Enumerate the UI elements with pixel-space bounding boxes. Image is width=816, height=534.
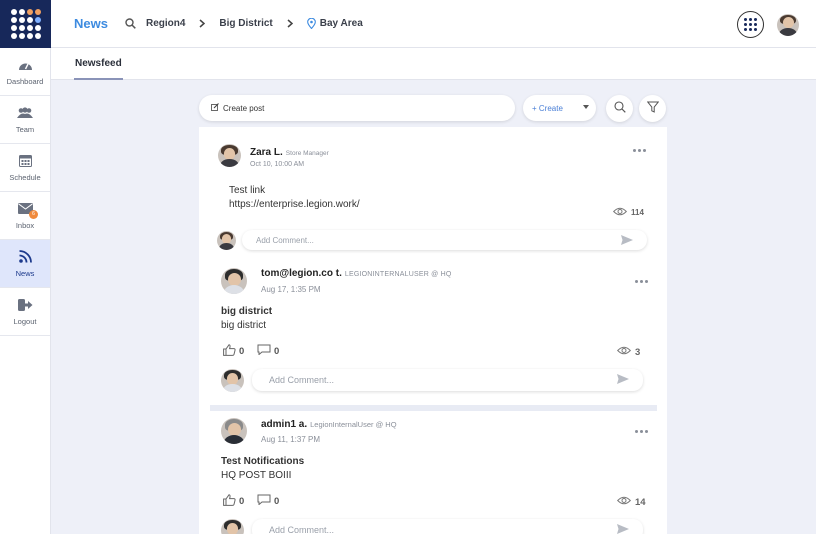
author-role: LEGIONINTERNALUSER @ HQ: [344, 271, 452, 278]
sidebar-item-label: Inbox: [15, 220, 35, 230]
chevron-right-icon: [285, 19, 295, 28]
rss-icon: [17, 250, 33, 264]
post-author[interactable]: tom@legion.co t. LEGIONINTERNALUSER @ HQ: [261, 268, 451, 279]
send-icon[interactable]: [621, 235, 633, 247]
post-time: Aug 11, 1:37 PM: [261, 435, 320, 444]
comment-icon: [257, 494, 271, 508]
search-posts-button[interactable]: [606, 95, 633, 122]
dashboard-icon: [17, 58, 33, 72]
tab-newsfeed[interactable]: Newsfeed: [74, 48, 123, 80]
view-count: 3: [617, 346, 640, 358]
news-feed: Zara L. Store Manager Oct 10, 10:00 AM Te…: [199, 127, 667, 534]
create-post-input[interactable]: Create post: [199, 95, 515, 121]
post-time: Oct 10, 10:00 AM: [250, 161, 305, 168]
sidebar: Dashboard Team Schedule 6 Inbox News Log…: [0, 0, 51, 534]
like-button[interactable]: 0: [223, 494, 244, 509]
more-options-icon[interactable]: [633, 149, 646, 152]
post-link[interactable]: https://enterprise.legion.work/: [229, 198, 360, 212]
comment-icon: [257, 344, 271, 358]
author-role: Store Manager: [285, 150, 329, 157]
post-body: Test link https://enterprise.legion.work…: [229, 185, 360, 212]
search-icon: [613, 100, 626, 118]
sidebar-item-schedule[interactable]: Schedule: [0, 144, 50, 192]
filter-button[interactable]: [639, 95, 666, 122]
sidebar-item-team[interactable]: Team: [0, 96, 50, 144]
calendar-icon: [17, 154, 33, 168]
page-title: News: [74, 16, 108, 31]
breadcrumb-district[interactable]: Big District: [219, 18, 272, 29]
create-post-label: Create post: [223, 103, 265, 113]
like-button[interactable]: 0: [223, 344, 244, 359]
create-dropdown-button[interactable]: + Create: [523, 95, 596, 121]
eye-icon: [617, 346, 631, 358]
sidebar-item-label: Dashboard: [6, 76, 44, 86]
post-body: big district big district: [221, 306, 273, 331]
mail-icon: 6: [17, 202, 38, 219]
commenter-avatar: [221, 369, 244, 392]
author-role: LegionInternalUser @ HQ: [310, 420, 397, 429]
comment-button[interactable]: 0: [257, 494, 279, 508]
thumbs-up-icon: [223, 344, 236, 359]
breadcrumb-region[interactable]: Region4: [146, 18, 185, 29]
post-body: Test Notifications HQ POST BOIII: [221, 456, 305, 481]
filter-icon: [646, 100, 659, 118]
sidebar-item-label: Logout: [13, 316, 37, 326]
view-count: 114: [613, 207, 644, 218]
apps-grid-button[interactable]: [737, 11, 764, 38]
user-avatar[interactable]: [777, 13, 799, 36]
send-icon[interactable]: [617, 374, 629, 386]
author-avatar: [218, 144, 241, 167]
comment-input[interactable]: Add Comment...: [252, 369, 643, 391]
comment-button[interactable]: 0: [257, 344, 279, 358]
inbox-badge: 6: [29, 209, 38, 219]
eye-icon: [613, 207, 627, 218]
chevron-right-icon: [197, 19, 207, 28]
search-icon[interactable]: [125, 18, 136, 29]
sidebar-item-label: Schedule: [9, 172, 41, 182]
send-icon[interactable]: [617, 524, 629, 534]
app-logo[interactable]: [0, 0, 51, 48]
post-time: Aug 17, 1:35 PM: [261, 285, 321, 294]
sidebar-item-label: News: [15, 268, 35, 278]
location-pin-icon: [306, 18, 316, 29]
breadcrumb-location[interactable]: Bay Area: [320, 18, 363, 29]
tab-bar: Newsfeed: [51, 48, 816, 80]
thumbs-up-icon: [223, 494, 236, 509]
eye-icon: [617, 496, 631, 508]
edit-icon: [211, 103, 219, 113]
team-icon: [17, 106, 33, 120]
commenter-avatar: [221, 519, 244, 534]
sidebar-item-label: Team: [15, 124, 35, 134]
sidebar-item-inbox[interactable]: 6 Inbox: [0, 192, 50, 240]
more-options-icon[interactable]: [635, 280, 648, 283]
create-label: + Create: [532, 103, 563, 113]
sidebar-item-dashboard[interactable]: Dashboard: [0, 48, 50, 96]
sidebar-item-logout[interactable]: Logout: [0, 288, 50, 336]
logout-icon: [17, 298, 33, 312]
grid-icon: [744, 18, 757, 31]
view-count: 14: [617, 496, 646, 508]
caret-down-icon: [583, 105, 589, 109]
comment-input[interactable]: Add Comment...: [242, 230, 647, 250]
top-header: News Region4 Big District Bay Area: [51, 0, 816, 48]
sidebar-item-news[interactable]: News: [0, 240, 50, 288]
post-divider: [210, 405, 657, 411]
author-avatar: [221, 418, 247, 444]
comment-input[interactable]: Add Comment...: [252, 519, 643, 534]
more-options-icon[interactable]: [635, 430, 648, 433]
commenter-avatar: [217, 231, 236, 250]
author-avatar: [221, 268, 247, 294]
post-author[interactable]: admin1 a. LegionInternalUser @ HQ: [261, 419, 397, 430]
post-author[interactable]: Zara L. Store Manager: [250, 147, 329, 158]
